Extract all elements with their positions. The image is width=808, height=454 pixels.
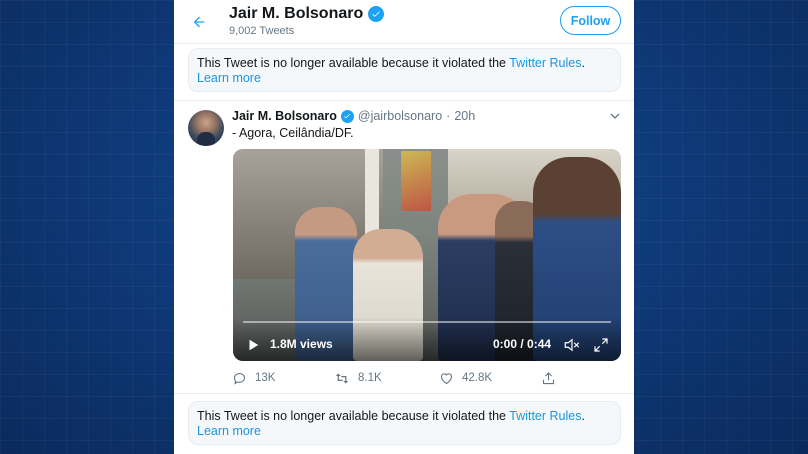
back-arrow-icon	[193, 16, 205, 28]
tweet-menu-button[interactable]	[607, 108, 623, 124]
tweet-text: - Agora, Ceilândia/DF.	[232, 126, 354, 140]
video-scene-flag	[401, 151, 431, 211]
video-view-count: 1.8M views	[270, 337, 333, 351]
verified-badge-icon	[340, 109, 354, 123]
reply-icon	[233, 372, 246, 385]
retweet-count: 8.1K	[358, 372, 382, 384]
like-button[interactable]: 42.8K	[439, 369, 492, 387]
fullscreen-icon	[594, 338, 608, 352]
video-player[interactable]: 1.8M views 0:00 / 0:44	[233, 149, 621, 361]
tweet-author-handle[interactable]: @jairbolsonaro	[358, 109, 442, 123]
notice-text: This Tweet is no longer available becaus…	[197, 409, 510, 423]
twitter-profile-panel: Jair M. Bolsonaro 9,002 Tweets Follow Th…	[174, 0, 634, 454]
tweet-timestamp[interactable]: 20h	[454, 109, 475, 123]
notice-suffix: .	[581, 56, 585, 70]
tweet-count: 9,002 Tweets	[229, 25, 295, 37]
video-progress-bar[interactable]	[243, 321, 611, 323]
tweet-author-name[interactable]: Jair M. Bolsonaro	[232, 109, 337, 123]
back-button[interactable]	[186, 10, 212, 34]
share-button[interactable]	[541, 369, 556, 387]
twitter-rules-link[interactable]: Twitter Rules	[509, 409, 581, 423]
share-icon	[542, 371, 555, 384]
divider	[174, 393, 634, 394]
reply-count: 13K	[255, 372, 276, 384]
retweet-icon	[335, 373, 349, 383]
notice-text: This Tweet is no longer available becaus…	[197, 56, 510, 70]
mute-button[interactable]	[563, 336, 581, 354]
tweet-header: Jair M. Bolsonaro @jairbolsonaro · 20h	[232, 109, 475, 123]
profile-name-row: Jair M. Bolsonaro	[229, 5, 385, 23]
verified-badge-icon	[368, 6, 385, 22]
play-icon	[249, 339, 259, 351]
chevron-down-icon	[610, 113, 620, 119]
follow-button[interactable]: Follow	[560, 6, 621, 35]
learn-more-link[interactable]: Learn more	[197, 71, 261, 85]
unavailable-tweet-notice: This Tweet is no longer available becaus…	[188, 48, 621, 92]
heart-icon	[440, 372, 453, 384]
profile-name: Jair M. Bolsonaro	[229, 5, 364, 22]
video-timecode: 0:00 / 0:44	[493, 337, 552, 351]
muted-speaker-icon	[564, 338, 580, 352]
avatar[interactable]	[188, 110, 224, 146]
fullscreen-button[interactable]	[592, 336, 610, 354]
like-count: 42.8K	[462, 372, 493, 384]
profile-header: Jair M. Bolsonaro 9,002 Tweets Follow	[174, 0, 634, 44]
separator-dot: ·	[446, 109, 451, 123]
learn-more-link[interactable]: Learn more	[197, 424, 261, 438]
reply-button[interactable]: 13K	[232, 369, 275, 387]
unavailable-tweet-notice: This Tweet is no longer available becaus…	[188, 401, 621, 445]
divider	[174, 100, 634, 101]
play-button[interactable]	[245, 337, 261, 353]
twitter-rules-link[interactable]: Twitter Rules	[509, 56, 581, 70]
retweet-button[interactable]: 8.1K	[334, 369, 382, 387]
notice-suffix: .	[581, 409, 585, 423]
